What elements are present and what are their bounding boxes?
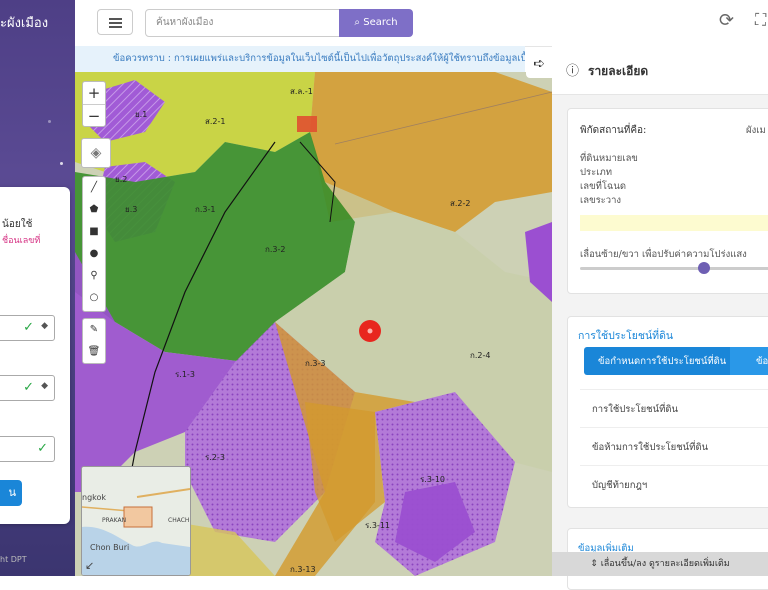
- scroll-hint-bar: ⇕ เลื่อนขึ้น/ลง ดูรายละเอียดเพิ่มเติม: [552, 552, 768, 576]
- sidebar-brand: ละผังเมือง: [0, 16, 49, 31]
- search-input[interactable]: ค้นหาผังเมือง: [145, 9, 340, 37]
- hamburger-icon: [109, 18, 122, 20]
- arrow-right-icon[interactable]: ➪: [526, 50, 552, 78]
- detail-panel: ⓘ รายละเอียด พิกัดสถานที่คือ: ผังเม ที่ด…: [552, 46, 768, 590]
- minimap-label: ngkok: [82, 493, 107, 502]
- result-highlight: [580, 215, 768, 231]
- layers-icon[interactable]: ◈: [81, 138, 111, 168]
- svg-text:ย.1: ย.1: [135, 110, 147, 119]
- minimap-label: PRAKAN: [102, 517, 127, 524]
- district-select[interactable]: ✓ ◆: [0, 375, 55, 401]
- svg-text:ส.2-1: ส.2-1: [205, 117, 226, 126]
- search-button[interactable]: ⌕ Search: [339, 9, 413, 37]
- opacity-slider-track[interactable]: [580, 267, 768, 270]
- list-item[interactable]: ข้อห้ามการใช้ประโยชน์ที่ดิน: [580, 427, 768, 466]
- zoom-control: + −: [82, 81, 106, 127]
- svg-text:ก.3-1: ก.3-1: [195, 205, 215, 214]
- svg-text:ก.2-4: ก.2-4: [470, 351, 490, 360]
- svg-text:ร.3-11: ร.3-11: [365, 521, 390, 530]
- minimap[interactable]: ngkok PRAKAN CHACH Chon Buri ↙: [81, 466, 191, 576]
- top-bar: ค้นหาผังเมือง ⌕ Search ⟳ ⛶: [75, 0, 768, 47]
- list-item-label: บัญชีท้ายกฎฯ: [592, 480, 648, 491]
- edit-toolbar: ✎ 🗑: [82, 318, 106, 364]
- scroll-icon: ⇕: [590, 559, 601, 569]
- draw-circlemarker-icon[interactable]: ○: [83, 287, 105, 309]
- edit-icon[interactable]: ✎: [83, 319, 105, 341]
- map-view[interactable]: ส.ล.-1 ส.2-1 ย.1 ย.2 ย.3 ก.3-1 ก.3-2 ส.2…: [75, 72, 552, 576]
- left-sidebar: ละผังเมือง น้อยใช้ ชื่อนเลขที่ ✓ ◆ ✓ ◆ ✓…: [0, 0, 75, 576]
- notice-bar: ข้อควรทราบ : การเผยแพร่และบริการข้อมูลใน…: [75, 46, 525, 72]
- refresh-icon[interactable]: ⟳: [719, 10, 734, 31]
- info-icon: ⓘ: [566, 64, 580, 79]
- minimap-label: Chon Buri: [90, 543, 130, 552]
- expand-arrow-icon[interactable]: ↙: [85, 559, 94, 572]
- svg-text:ย.2: ย.2: [115, 175, 127, 184]
- svg-text:ส.ล.-1: ส.ล.-1: [290, 87, 313, 96]
- star-dot: [48, 120, 51, 123]
- hamburger-icon: [109, 26, 122, 28]
- svg-text:ย.3: ย.3: [125, 205, 137, 214]
- svg-text:ก.3-13: ก.3-13: [290, 565, 316, 574]
- list-item[interactable]: บัญชีท้ายกฎฯ: [580, 465, 768, 504]
- sheet-label: เลขระวาง: [580, 195, 622, 206]
- svg-text:ร.1-3: ร.1-3: [175, 370, 195, 379]
- list-item-label: การใช้ประโยชน์ที่ดิน: [592, 404, 679, 415]
- draw-circle-icon[interactable]: ●: [83, 243, 105, 265]
- scroll-hint-text: เลื่อนขึ้น/ลง ดูรายละเอียดเพิ่มเติม: [600, 559, 730, 569]
- list-item-label: ข้อห้ามการใช้ประโยชน์ที่ดิน: [592, 442, 709, 453]
- updown-icon: ◆: [41, 381, 48, 391]
- search-icon: ⌕: [354, 17, 361, 28]
- svg-text:ก.3-3: ก.3-3: [305, 359, 325, 368]
- hamburger-icon: [109, 22, 122, 24]
- zoom-in-button[interactable]: +: [83, 82, 105, 105]
- tab-other-label: ข้อ: [756, 356, 768, 367]
- form-hint: น้อยใช้: [2, 219, 33, 230]
- deed-label: เลขที่โฉนด: [580, 181, 627, 192]
- type-label: ประเภท: [580, 167, 613, 178]
- landuse-title: การใช้ประโยชน์ที่ดิน: [578, 330, 674, 342]
- menu-button[interactable]: [97, 9, 133, 35]
- coords-value: ผังเม: [746, 125, 766, 136]
- tab-other[interactable]: ข้อ: [730, 347, 768, 375]
- coords-label: พิกัดสถานที่คือ:: [580, 125, 647, 136]
- slider-hint: เลื่อนซ้าย/ขวา เพื่อปรับค่าความโปร่งแสง: [580, 249, 747, 260]
- draw-rectangle-icon[interactable]: ■: [83, 221, 105, 243]
- parcel-number-label: ที่ดินหมายเลข: [580, 153, 638, 164]
- updown-icon: ◆: [41, 321, 48, 331]
- form-hint-secondary: ชื่อนเลขที่: [2, 236, 41, 246]
- fullscreen-icon[interactable]: ⛶: [755, 10, 766, 30]
- star-dot: [60, 162, 63, 165]
- detail-title: รายละเอียด: [588, 64, 649, 78]
- sidebar-search-button[interactable]: น: [0, 480, 22, 506]
- coords-card: พิกัดสถานที่คือ: ผังเม ที่ดินหมายเลข ประ…: [567, 108, 768, 294]
- zoom-out-button[interactable]: −: [83, 105, 105, 127]
- svg-text:ก.3-2: ก.3-2: [265, 245, 285, 254]
- delete-icon[interactable]: 🗑: [83, 341, 105, 363]
- svg-text:ร.2-3: ร.2-3: [205, 453, 225, 462]
- svg-text:ส.2-2: ส.2-2: [450, 199, 471, 208]
- opacity-slider-thumb[interactable]: [698, 262, 710, 274]
- parcel-number-input[interactable]: ✓: [0, 436, 55, 462]
- draw-marker-icon[interactable]: ⚲: [83, 265, 105, 287]
- draw-toolbar: ╱ ⬟ ■ ● ⚲ ○: [82, 176, 106, 312]
- draw-line-icon[interactable]: ╱: [83, 177, 105, 199]
- tab-landuse-rules[interactable]: ข้อกำหนดการใช้ประโยชน์ที่ดิน: [584, 347, 730, 375]
- list-item[interactable]: การใช้ประโยชน์ที่ดิน: [580, 389, 768, 428]
- province-select[interactable]: ✓ ◆: [0, 315, 55, 341]
- check-icon: ✓: [23, 380, 34, 395]
- svg-text:ร.3-10: ร.3-10: [420, 475, 445, 484]
- tab-landuse-rules-label: ข้อกำหนดการใช้ประโยชน์ที่ดิน: [598, 356, 727, 367]
- landuse-card: การใช้ประโยชน์ที่ดิน ข้อกำหนดการใช้ประโย…: [567, 316, 768, 508]
- search-button-label: Search: [363, 17, 398, 28]
- detail-header: ⓘ รายละเอียด: [552, 46, 768, 95]
- sidebar-footer: ht DPT: [0, 555, 27, 564]
- search-form-card: น้อยใช้ ชื่อนเลขที่ ✓ ◆ ✓ ◆ ✓ น: [0, 187, 70, 524]
- draw-polygon-icon[interactable]: ⬟: [83, 199, 105, 221]
- minimap-label: CHACH: [168, 517, 190, 524]
- check-icon: ✓: [23, 320, 34, 335]
- check-icon: ✓: [37, 441, 48, 456]
